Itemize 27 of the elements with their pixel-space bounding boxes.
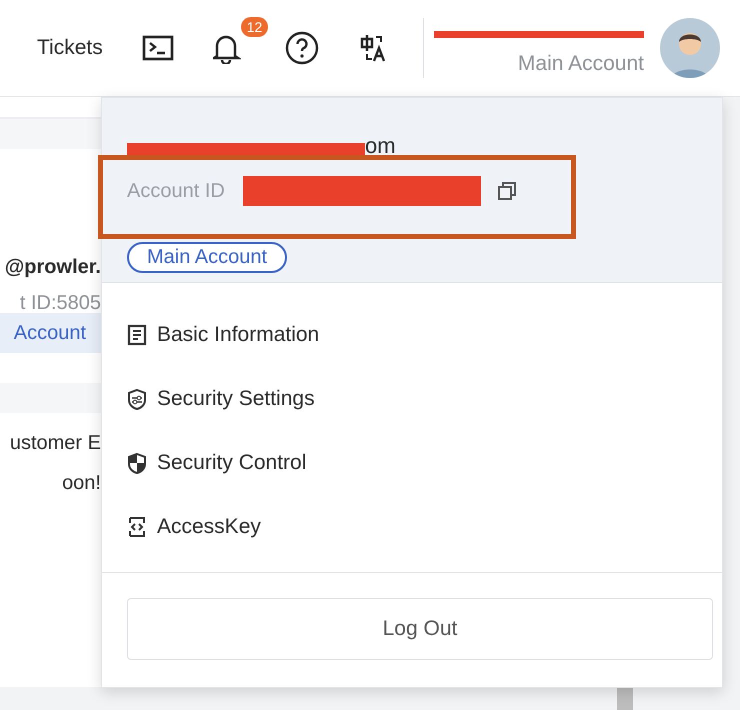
copy-icon[interactable] <box>496 181 517 201</box>
account-tag: Account <box>0 313 101 353</box>
account-email: om <box>365 133 396 159</box>
menu-item-label: Basic Information <box>157 323 320 347</box>
menu-item[interactable]: Basic Information <box>127 303 320 367</box>
notification-badge: 12 <box>240 17 268 37</box>
menu-item[interactable]: Security Settings <box>127 367 315 431</box>
document-icon <box>127 324 147 346</box>
tickets-link[interactable]: Tickets <box>37 36 103 60</box>
shield-icon <box>127 388 147 410</box>
background-text: ustomer E <box>8 431 101 453</box>
menu-item-label: Security Settings <box>157 387 315 411</box>
shield-icon <box>127 452 147 474</box>
background-text: oon! <box>61 471 101 493</box>
background-text: t ID:5805 <box>18 291 101 313</box>
background-text: @prowler. <box>4 255 101 277</box>
menu-item-label: Security Control <box>157 451 306 475</box>
account-type: Main Account <box>518 52 644 76</box>
account-tag: Main Account <box>127 242 288 273</box>
help-icon[interactable] <box>284 31 319 65</box>
menu-item-label: AccessKey <box>157 515 261 539</box>
menu-item[interactable]: Security Control <box>127 431 306 495</box>
scrollbar-thumb <box>617 688 633 710</box>
logout-button[interactable]: Log Out <box>127 598 713 660</box>
key-icon <box>127 516 147 538</box>
account-id-label: Account ID <box>127 180 225 202</box>
menu-item[interactable]: AccessKey <box>127 495 261 559</box>
